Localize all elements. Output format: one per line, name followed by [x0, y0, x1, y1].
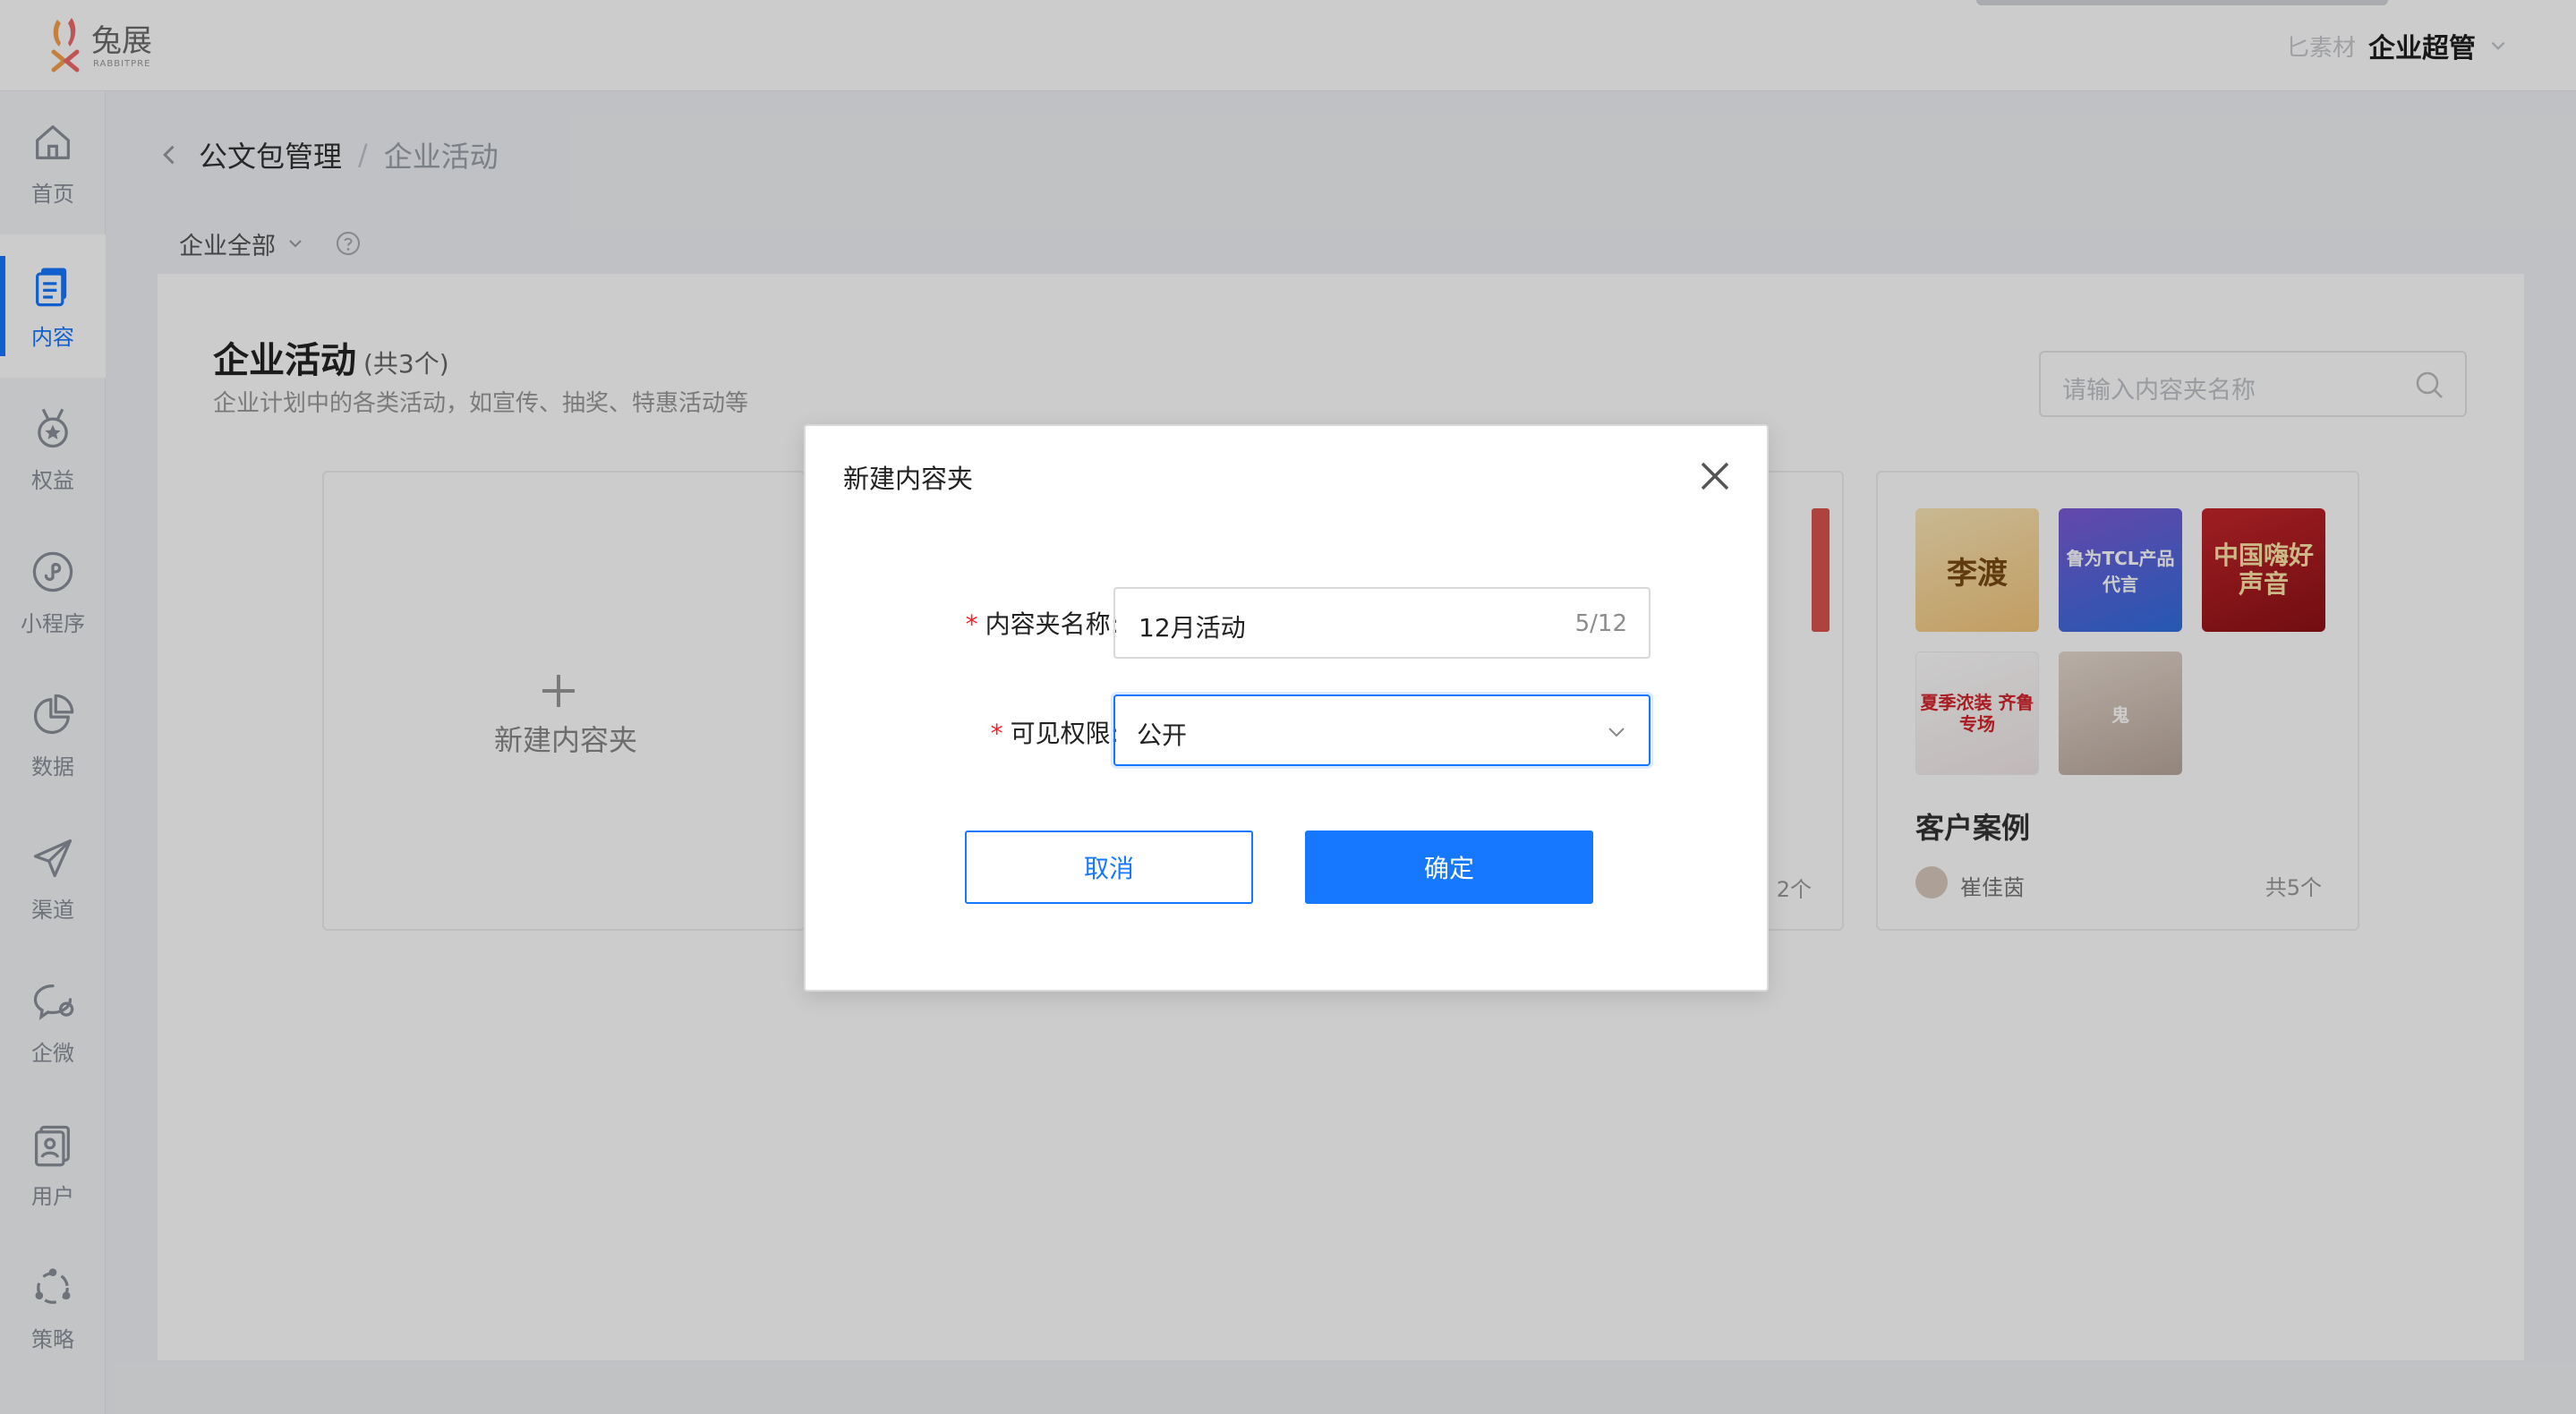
folder-name-label-text: 内容夹名称: [985, 609, 1119, 639]
required-mark: * [965, 609, 978, 639]
char-counter: 5/12 [1574, 610, 1627, 637]
chevron-down-icon[interactable] [1606, 721, 1627, 743]
cancel-button[interactable]: 取消 [965, 831, 1253, 904]
folder-name-label: * 内容夹名称: [927, 605, 1119, 641]
visibility-label: * 可见权限: [927, 714, 1119, 750]
required-mark: * [990, 719, 1003, 748]
close-icon[interactable] [1695, 456, 1735, 496]
folder-name-value[interactable]: 12月活动 [1139, 609, 1246, 644]
visibility-select[interactable]: 公开 [1113, 694, 1651, 766]
new-folder-dialog: 新建内容夹 * 内容夹名称: 12月活动 5/12 * 可见权限: 公开 取消 确定 [804, 424, 1769, 992]
folder-name-input[interactable]: 12月活动 5/12 [1113, 587, 1651, 659]
dialog-title: 新建内容夹 [843, 464, 974, 494]
visibility-value: 公开 [1137, 720, 1188, 750]
visibility-label-text: 可见权限: [1010, 719, 1119, 748]
confirm-button[interactable]: 确定 [1305, 831, 1593, 904]
